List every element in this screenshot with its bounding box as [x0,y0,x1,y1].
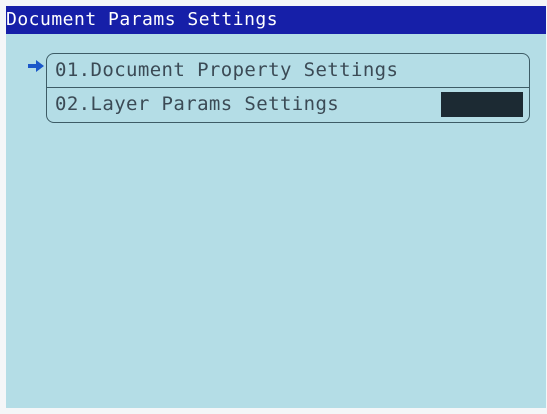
title-bar: Document Params Settings [6,6,546,34]
value-display [441,92,523,117]
menu-item-layer-params-settings[interactable]: 02.Layer Params Settings [47,88,529,121]
right-arrow-icon [28,60,44,72]
menu-item-label: 02.Layer Params Settings [55,93,340,115]
menu-item-document-property-settings[interactable]: 01.Document Property Settings [47,54,529,87]
lcd-screen: Document Params Settings 01.Document Pro… [6,6,546,408]
settings-menu: 01.Document Property Settings 02.Layer P… [46,53,530,123]
menu-item-label: 01.Document Property Settings [55,59,399,81]
page-title: Document Params Settings [6,9,279,30]
device-bezel: Document Params Settings 01.Document Pro… [0,0,547,414]
